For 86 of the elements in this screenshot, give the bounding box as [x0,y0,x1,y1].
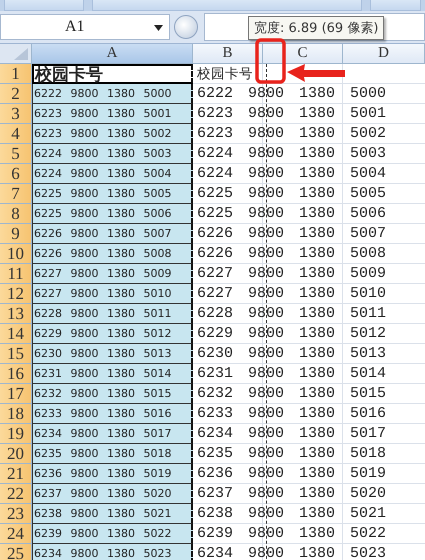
table-cell-text: 6234 9800 1380 5023 [196,545,386,560]
row-header[interactable]: 18 [0,404,32,424]
row-header[interactable]: 3 [0,104,32,124]
table-cell-text: 6229 9800 1380 5012 [196,325,386,342]
row-header[interactable]: 21 [0,464,32,484]
row-header[interactable]: 16 [0,364,32,384]
table-cell-text: 6224 9800 1380 5003 [196,145,386,162]
row-header[interactable]: 12 [0,284,32,304]
row-header[interactable]: 10 [0,244,32,264]
row-header[interactable]: 23 [0,504,32,524]
table-cell-text: 6223 9800 1380 5002 [196,125,386,142]
row-header[interactable]: 7 [0,184,32,204]
table-cell: 6224 9800 1380 5003 [33,147,172,160]
row-header[interactable]: 24 [0,524,32,544]
table-cell-text: 6225 9800 1380 5006 [196,205,386,222]
row-header[interactable]: 5 [0,144,32,164]
table-cell: 6234 9800 1380 5017 [33,427,172,440]
column-header[interactable]: B [193,44,263,64]
column-header[interactable]: A [32,44,193,64]
formula-handle[interactable] [174,15,198,39]
table-cell: 6239 9800 1380 5022 [33,527,172,540]
table-cell: 6224 9800 1380 5004 [33,167,172,180]
row-header[interactable]: 8 [0,204,32,224]
table-cell-text: 校园卡号 [196,64,253,82]
table-cell: 6223 9800 1380 5002 [33,127,172,140]
table-cell-text: 6237 9800 1380 5020 [196,485,386,502]
row-header[interactable]: 17 [0,384,32,404]
table-cell-text: 6225 9800 1380 5005 [196,185,386,202]
table-cell: 6229 9800 1380 5012 [33,327,172,340]
table-cell: 6225 9800 1380 5006 [33,207,172,220]
table-cell: 6230 9800 1380 5013 [33,347,172,360]
table-cell-text: 6228 9800 1380 5011 [196,305,386,322]
table-cell-text: 6223 9800 1380 5001 [196,105,386,122]
row-header[interactable]: 6 [0,164,32,184]
table-cell-text: 6227 9800 1380 5010 [196,285,386,302]
table-cell: 6238 9800 1380 5021 [33,507,172,520]
column-header[interactable]: D [343,44,425,64]
table-cell-text: 6239 9800 1380 5022 [196,525,386,542]
table-cell-text: 6236 9800 1380 5019 [196,465,386,482]
table-cell: 6228 9800 1380 5011 [33,307,172,320]
table-cell: 6227 9800 1380 5009 [33,267,172,280]
table-cell-text: 6222 9800 1380 5000 [196,85,386,102]
highlight-rectangle [255,38,286,84]
table-cell-text: 6230 9800 1380 5013 [196,345,386,362]
row-header[interactable]: 15 [0,344,32,364]
table-cell-text: 6224 9800 1380 5004 [196,165,386,182]
row-header[interactable]: 11 [0,264,32,284]
table-cell-text: 6231 9800 1380 5014 [196,365,386,382]
table-cell-text: 校园卡号 [34,64,103,86]
select-all-icon[interactable] [14,48,28,60]
table-cell: 6227 9800 1380 5010 [33,287,172,300]
table-cell-text: 6233 9800 1380 5016 [196,405,386,422]
column-header[interactable]: C [263,44,343,64]
table-cell: 6236 9800 1380 5019 [33,467,172,480]
table-cell: 6223 9800 1380 5001 [33,107,172,120]
table-cell-text: 6238 9800 1380 5021 [196,505,386,522]
table-cell-text: 6226 9800 1380 5007 [196,225,386,242]
name-box[interactable]: A1 [0,14,170,40]
table-cell-text: 6227 9800 1380 5009 [196,265,386,282]
table-cell: 6235 9800 1380 5018 [33,447,172,460]
table-cell: 6232 9800 1380 5015 [33,387,172,400]
table-cell: 6222 9800 1380 5000 [33,87,172,100]
table-cell-text: 6234 9800 1380 5017 [196,425,386,442]
table-cell: 6226 9800 1380 5007 [33,227,172,240]
table-cell-text: 6226 9800 1380 5008 [196,245,386,262]
arrow-icon [287,64,345,82]
row-header[interactable]: 14 [0,324,32,344]
row-header[interactable]: 19 [0,424,32,444]
dropdown-icon[interactable] [154,25,163,31]
row-header[interactable]: 20 [0,444,32,464]
table-cell-text: 6232 9800 1380 5015 [196,385,386,402]
table-cell: 6234 9800 1380 5023 [33,547,172,560]
table-cell: 6225 9800 1380 5005 [33,187,172,200]
row-header[interactable]: 4 [0,124,32,144]
table-cell: 6226 9800 1380 5008 [33,247,172,260]
row-header[interactable]: 22 [0,484,32,504]
table-cell: 6233 9800 1380 5016 [33,407,172,420]
row-header[interactable]: 13 [0,304,32,324]
row-header[interactable]: 1 [0,64,32,84]
row-header[interactable]: 2 [0,84,32,104]
table-cell: 6237 9800 1380 5020 [33,487,172,500]
row-header[interactable]: 9 [0,224,32,244]
width-tooltip: 宽度: 6.89 (69 像素) [248,16,384,40]
table-cell: 6231 9800 1380 5014 [33,367,172,380]
row-header[interactable]: 25 [0,544,32,560]
table-cell-text: 6235 9800 1380 5018 [196,445,386,462]
